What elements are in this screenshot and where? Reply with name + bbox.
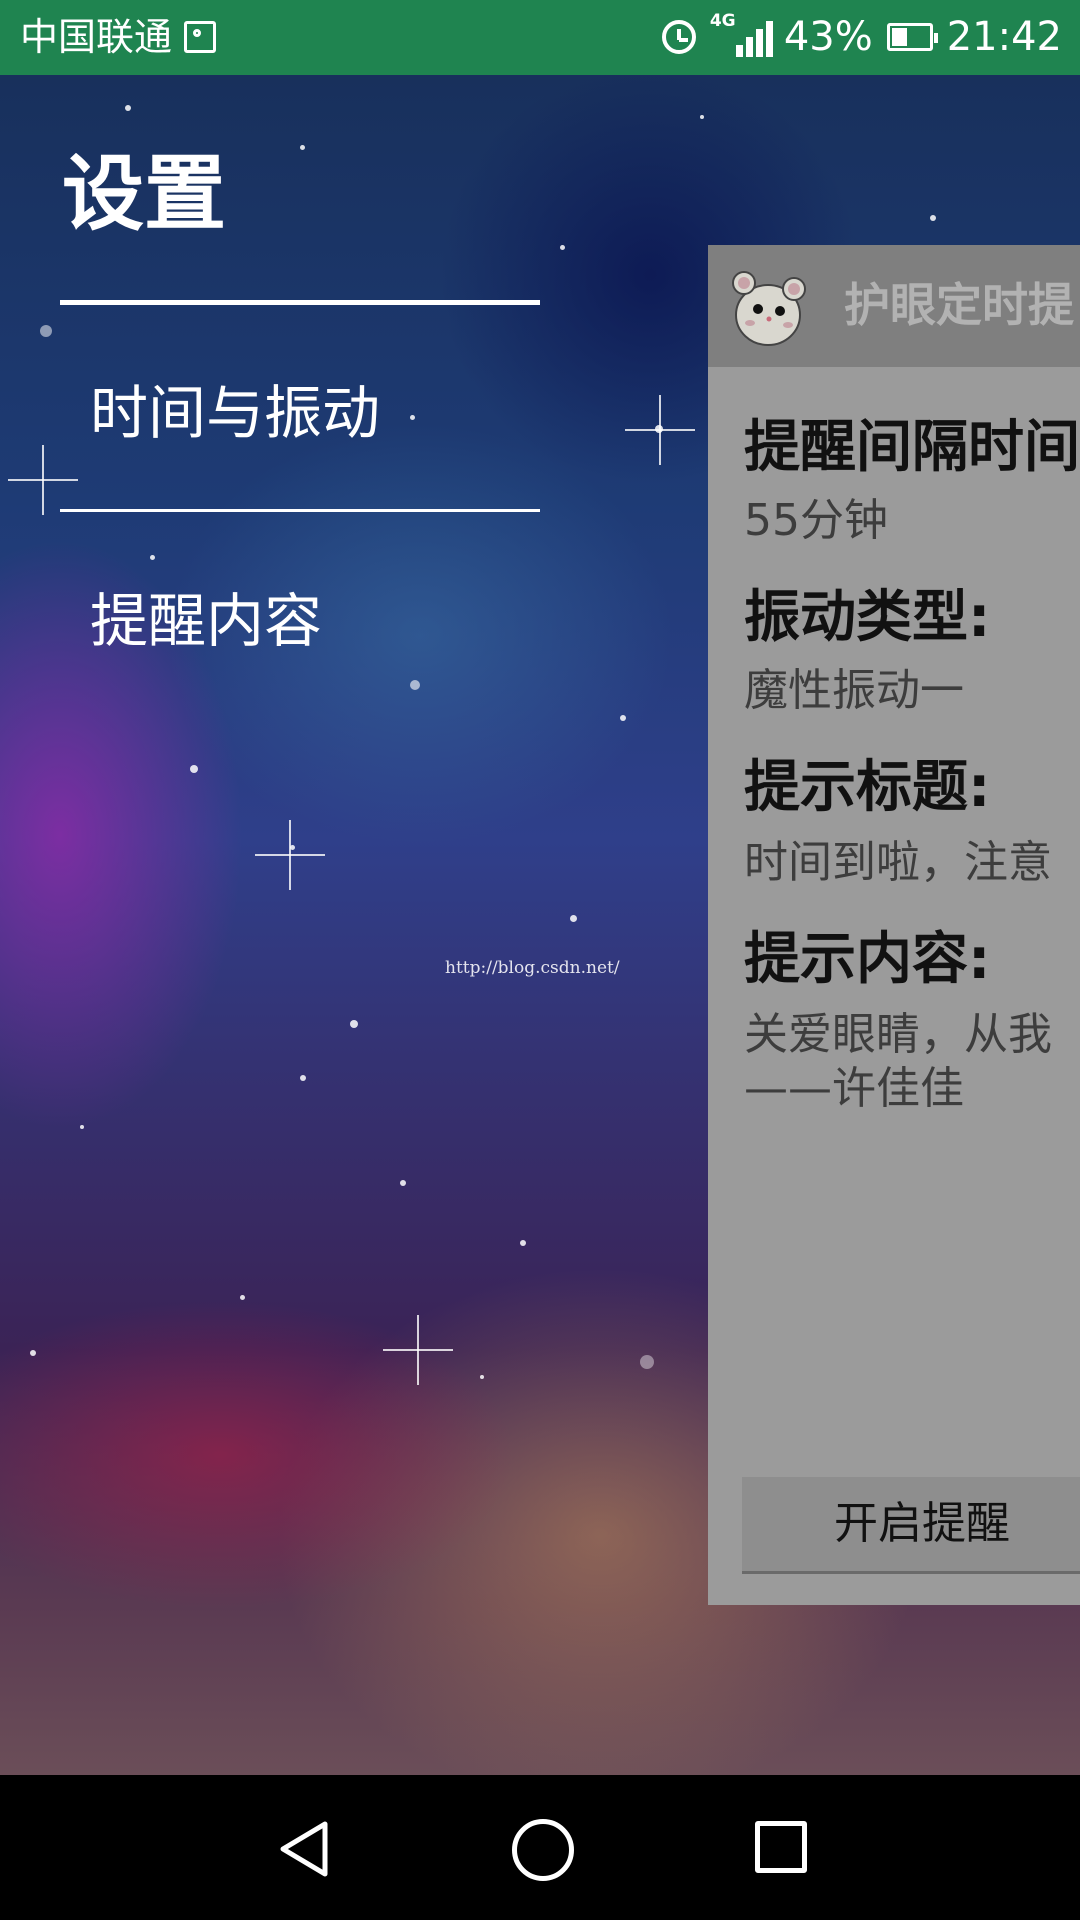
menu-item-time-vibration[interactable]: 时间与振动 (90, 375, 380, 451)
main-content-scrim[interactable]: 护眼定时提 提醒间隔时间 55分钟 振动类型: 魔性振动一 提示标题: 时间到啦… (708, 245, 1080, 1605)
status-bar: 中国联通 4G 43% 21:42 (0, 0, 1080, 75)
app-bar: 护眼定时提 (708, 245, 1080, 367)
image-icon (184, 21, 217, 53)
menu-divider (60, 509, 540, 512)
navigation-drawer: 设置 时间与振动 提醒内容 (0, 75, 560, 1775)
field-value-content: 关爱眼睛，从我 (744, 1009, 1052, 1060)
battery-icon (886, 23, 938, 51)
carrier-name: 中国联通 (20, 15, 173, 59)
field-label-interval: 提醒间隔时间 (744, 415, 1080, 480)
recent-apps-icon[interactable] (755, 1821, 807, 1873)
back-icon[interactable] (275, 1819, 335, 1879)
menu-item-reminder-content[interactable]: 提醒内容 (90, 583, 322, 659)
hamster-logo-icon (732, 271, 806, 346)
drawer-title: 设置 (62, 147, 227, 242)
alarm-icon (661, 20, 696, 54)
title-divider (60, 300, 540, 305)
signal-icon: 4G (710, 11, 773, 59)
field-label-content: 提示内容: (744, 927, 991, 992)
home-icon[interactable] (512, 1819, 574, 1881)
field-value-title: 时间到啦，注意 (744, 837, 1052, 888)
start-reminder-button[interactable]: 开启提醒 (742, 1477, 1080, 1574)
field-value-interval: 55分钟 (744, 495, 888, 546)
battery-percent: 43% (783, 14, 873, 60)
status-icons: 4G 43% 21:42 (661, 11, 1062, 60)
field-value-content-line2: ——许佳佳 (744, 1063, 964, 1114)
field-value-vibration: 魔性振动一 (744, 665, 964, 716)
field-label-title: 提示标题: (744, 755, 991, 820)
field-label-vibration: 振动类型: (744, 585, 991, 650)
watermark: http://blog.csdn.net/ (445, 958, 620, 978)
system-nav-bar (0, 1775, 1080, 1920)
clock: 21:42 (946, 14, 1062, 60)
app-title: 护眼定时提 (844, 278, 1074, 332)
carrier-group: 中国联通 (20, 14, 217, 60)
network-type: 4G (709, 11, 736, 31)
